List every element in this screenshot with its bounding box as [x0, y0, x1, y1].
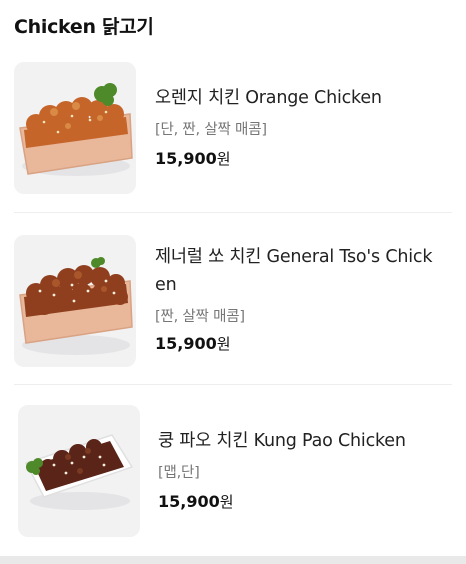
- bottom-separator-bar: [0, 556, 466, 564]
- orange-chicken-image: [14, 62, 136, 194]
- menu-item-orange-chicken[interactable]: 오렌지 치킨 Orange Chicken [단, 짠, 살짝 매콤] 15,9…: [0, 62, 466, 202]
- menu-item-name-line2: en: [155, 275, 177, 295]
- menu-item-name: 제너럴 쏘 치킨 General Tso's Chick en: [155, 243, 455, 299]
- price-currency: 원: [216, 150, 231, 168]
- menu-item-price: 15,900원: [155, 333, 231, 354]
- kung-pao-chicken-image: [18, 405, 140, 537]
- divider: [14, 212, 452, 213]
- menu-item-price: 15,900원: [158, 491, 234, 512]
- menu-item-tags: [맵,단]: [158, 465, 200, 481]
- menu-item-name: 쿵 파오 치킨 Kung Pao Chicken: [158, 431, 406, 451]
- menu-item-tags: [단, 짠, 살짝 매콤]: [155, 122, 267, 138]
- divider: [14, 384, 452, 385]
- menu-item-tags: [짠, 살짝 매콤]: [155, 309, 245, 325]
- price-value: 15,900: [155, 149, 217, 168]
- menu-item-name-line1: 제너럴 쏘 치킨 General Tso's Chick: [155, 247, 433, 267]
- price-value: 15,900: [155, 334, 217, 353]
- menu-item-name: 오렌지 치킨 Orange Chicken: [155, 88, 382, 108]
- price-currency: 원: [216, 335, 231, 353]
- menu-item-kung-pao-chicken[interactable]: 쿵 파오 치킨 Kung Pao Chicken [맵,단] 15,900원: [0, 405, 466, 545]
- menu-item-price: 15,900원: [155, 148, 231, 169]
- price-currency: 원: [219, 493, 234, 511]
- general-tso-chicken-image: [14, 235, 136, 367]
- section-title: Chicken 닭고기: [14, 16, 154, 38]
- price-value: 15,900: [158, 492, 220, 511]
- menu-item-general-tso-chicken[interactable]: 제너럴 쏘 치킨 General Tso's Chick en [짠, 살짝 매…: [0, 235, 466, 375]
